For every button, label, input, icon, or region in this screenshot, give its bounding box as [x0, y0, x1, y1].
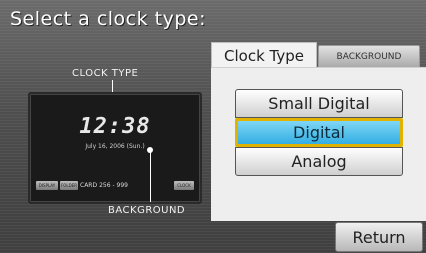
option-analog[interactable]: Analog [235, 147, 403, 176]
preview-folder-button: FOLDER [60, 180, 78, 190]
preview-clock-button: CLOCK [174, 180, 194, 190]
clock-preview-panel: 12:38 July 16, 2006 (Sun.) DISPLAY FOLDE… [28, 92, 202, 204]
background-callout-label: BACKGROUND [108, 205, 186, 216]
preview-display-button: DISPLAY [36, 180, 58, 190]
clock-type-callout-label: CLOCK TYPE [72, 68, 139, 79]
return-button[interactable]: Return [335, 222, 423, 252]
preview-card-text: CARD [80, 181, 98, 189]
preview-time: 12:38 [79, 114, 151, 139]
option-digital-selected[interactable]: Digital [235, 118, 403, 147]
tab-clock-type[interactable]: Clock Type [211, 42, 317, 69]
option-small-digital[interactable]: Small Digital [235, 89, 403, 118]
background-leader-dot [147, 147, 153, 153]
tab-background[interactable]: BACKGROUND [318, 45, 420, 69]
preview-date: July 16, 2006 (Sun.) [85, 143, 145, 150]
clock-type-screen: Select a clock type: CLOCK TYPE 12:38 Ju… [0, 0, 426, 253]
preview-range-text: 256 - 999 [99, 181, 128, 189]
background-leader-line [150, 150, 151, 202]
preview-status-bar: DISPLAY FOLDER CARD 256 - 999 CLOCK [36, 180, 194, 190]
clock-options-panel: Small Digital Digital Analog [211, 67, 426, 221]
page-title: Select a clock type: [10, 8, 207, 30]
